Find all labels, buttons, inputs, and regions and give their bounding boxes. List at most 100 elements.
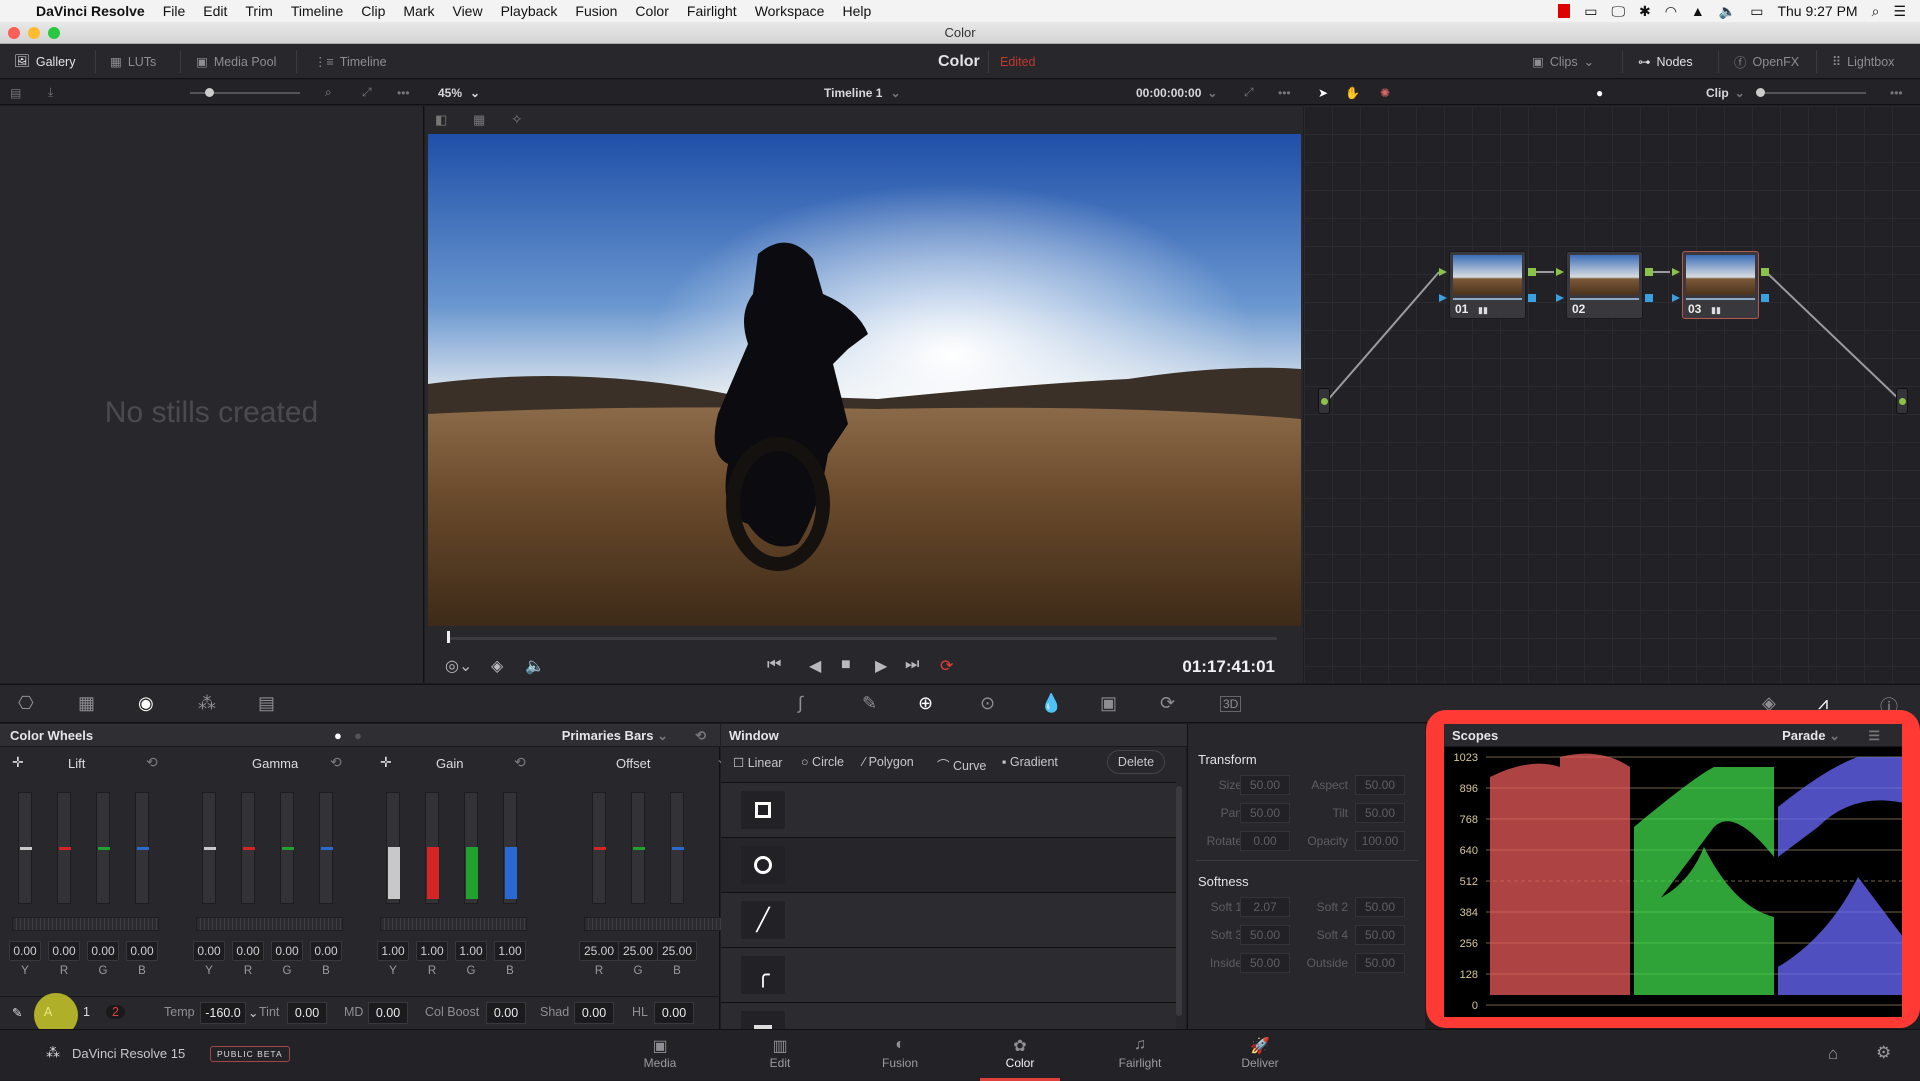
tab-clips[interactable]: ▣ Clips ⌄ [1532,44,1594,79]
key-input-port[interactable] [1556,294,1564,302]
value-lift-y[interactable]: 0.00 [9,941,41,961]
bar-lift-g[interactable] [96,792,110,904]
window-list-item[interactable]: ╱ [721,893,1176,948]
split-screen-icon[interactable]: ◧ [435,112,447,128]
import-still-icon[interactable]: ⤓ [48,80,53,105]
page-tab-color[interactable]: ✿ Color [980,1036,1060,1081]
page-a-button[interactable]: A [44,1005,52,1019]
color-match-icon[interactable]: ▦ [78,693,95,714]
bar-gain-g[interactable] [464,792,478,904]
timeline-dropdown[interactable]: Timeline 1 ⌄ [824,80,901,105]
spotlight-icon[interactable]: ⌕ [1872,3,1880,20]
tint-field[interactable]: 0.00 [287,1002,327,1024]
rgb-input-port[interactable] [1439,268,1447,276]
bluetooth-icon[interactable]: ✱ [1639,3,1651,20]
value-gamma-g[interactable]: 0.00 [271,941,303,961]
bar-gamma-b[interactable] [319,792,333,904]
highlight-wand-icon[interactable]: ✧ [511,111,523,128]
zoom-window-button[interactable] [48,27,60,39]
master-wheel-gamma[interactable] [196,917,343,931]
color-wheels-icon[interactable]: ◉ [138,693,154,714]
bar-lift-r[interactable] [57,792,71,904]
window-list-item[interactable] [721,783,1176,838]
tab-timeline[interactable]: ⋮≡ Timeline [314,44,387,79]
value-offset-r[interactable]: 25.00 [579,941,619,961]
picker-lift-icon[interactable]: ✛ [12,754,24,771]
value-offset-b[interactable]: 25.00 [657,941,697,961]
qualifier-icon[interactable]: ✎ [862,693,877,714]
reset-all-icon[interactable]: ⟲ [695,724,706,747]
stop-button[interactable]: ■ [841,656,851,674]
hl-field[interactable]: 0.00 [654,1002,694,1024]
value-gain-r[interactable]: 1.00 [416,941,448,961]
node-mode-dropdown[interactable]: Clip ⌄ [1706,80,1745,105]
skip-to-end-button[interactable]: ⏭ [905,656,919,674]
node-editor[interactable]: 01 ▮▮ 02 03 ▮▮ [1304,106,1920,683]
monitor-icon[interactable]: 🖵 [1611,3,1625,20]
master-wheel-lift[interactable] [12,917,159,931]
soft-1-field[interactable]: 2.07 [1240,897,1290,917]
bar-lift-b[interactable] [135,792,149,904]
master-wheel-gain[interactable] [380,917,527,931]
page-tab-fairlight[interactable]: ♫ Fairlight [1100,1036,1180,1070]
menu-help[interactable]: Help [842,3,871,19]
rgb-output-port[interactable] [1761,268,1769,276]
viewer-options-icon[interactable]: ••• [1278,80,1291,105]
value-lift-b[interactable]: 0.00 [126,941,158,961]
inside-field[interactable]: 50.00 [1240,953,1290,973]
rgb-output-port[interactable] [1645,268,1653,276]
timeline-scrubber[interactable] [447,637,1277,640]
master-wheel-offset[interactable] [584,917,731,931]
skip-to-start-button[interactable]: ⏮ [767,656,781,674]
temp-field[interactable]: -160.0 [200,1002,246,1024]
bar-offset-b[interactable] [670,792,684,904]
menu-app-name[interactable]: DaVinci Resolve [36,3,145,19]
minimize-window-button[interactable] [28,27,40,39]
rotate-field[interactable]: 0.00 [1240,831,1290,851]
page-indicator-dot[interactable]: ● [354,724,362,747]
node-01[interactable]: 01 ▮▮ [1449,251,1526,319]
node-03[interactable]: 03 ▮▮ [1682,251,1759,319]
page-2-button[interactable]: 2 [106,1005,125,1019]
rgb-input-port[interactable] [1556,268,1564,276]
page-1-button[interactable]: 1 [83,1005,90,1019]
scope-settings-icon[interactable]: ☰ [1868,724,1880,747]
menu-playback[interactable]: Playback [501,3,558,19]
auto-balance-icon[interactable]: ✎ [12,1005,22,1020]
play-button[interactable]: ▶ [875,656,887,676]
bar-gain-r[interactable] [425,792,439,904]
page-indicator-dot[interactable]: ● [334,724,342,747]
display-icon[interactable]: ▭ [1584,3,1597,20]
tilt-field[interactable]: 50.00 [1355,803,1405,823]
motion-effects-icon[interactable]: ▤ [258,693,275,714]
add-curve-button[interactable]: ⌒ Curve [937,755,986,774]
wifi-icon[interactable]: ◠ [1665,3,1677,20]
menu-timeline[interactable]: Timeline [291,3,343,19]
menu-file[interactable]: File [163,3,186,19]
bar-gamma-y[interactable] [202,792,216,904]
menu-fusion[interactable]: Fusion [575,3,617,19]
delete-window-button[interactable]: Delete [1107,750,1165,774]
more-options-icon[interactable]: ••• [397,80,410,105]
close-window-button[interactable] [8,27,20,39]
sidebar-toggle-icon[interactable]: ▤ [10,80,21,105]
window-list-item[interactable] [721,838,1176,893]
key-icon[interactable]: ▣ [1100,693,1117,714]
tab-nodes[interactable]: ⊶ Nodes [1638,44,1693,79]
value-gain-y[interactable]: 1.00 [377,941,409,961]
value-lift-r[interactable]: 0.00 [48,941,80,961]
add-gradient-button[interactable]: ▪ Gradient [1002,755,1058,769]
chevron-down-icon[interactable]: ⌄ [248,1005,258,1020]
aspect-field[interactable]: 50.00 [1355,775,1405,795]
md-field[interactable]: 0.00 [368,1002,408,1024]
menu-view[interactable]: View [452,3,482,19]
reset-gain-icon[interactable]: ⟲ [514,754,526,771]
add-linear-button[interactable]: ☐ Linear [733,755,782,770]
soft-3-field[interactable]: 50.00 [1240,925,1290,945]
bar-gamma-r[interactable] [241,792,255,904]
menu-trim[interactable]: Trim [245,3,272,19]
gallery-thumb-size-slider[interactable] [190,80,300,105]
value-gamma-b[interactable]: 0.00 [310,941,342,961]
node-options-icon[interactable]: ••• [1890,80,1903,105]
tab-gallery[interactable]: 🖼 Gallery [14,44,75,79]
